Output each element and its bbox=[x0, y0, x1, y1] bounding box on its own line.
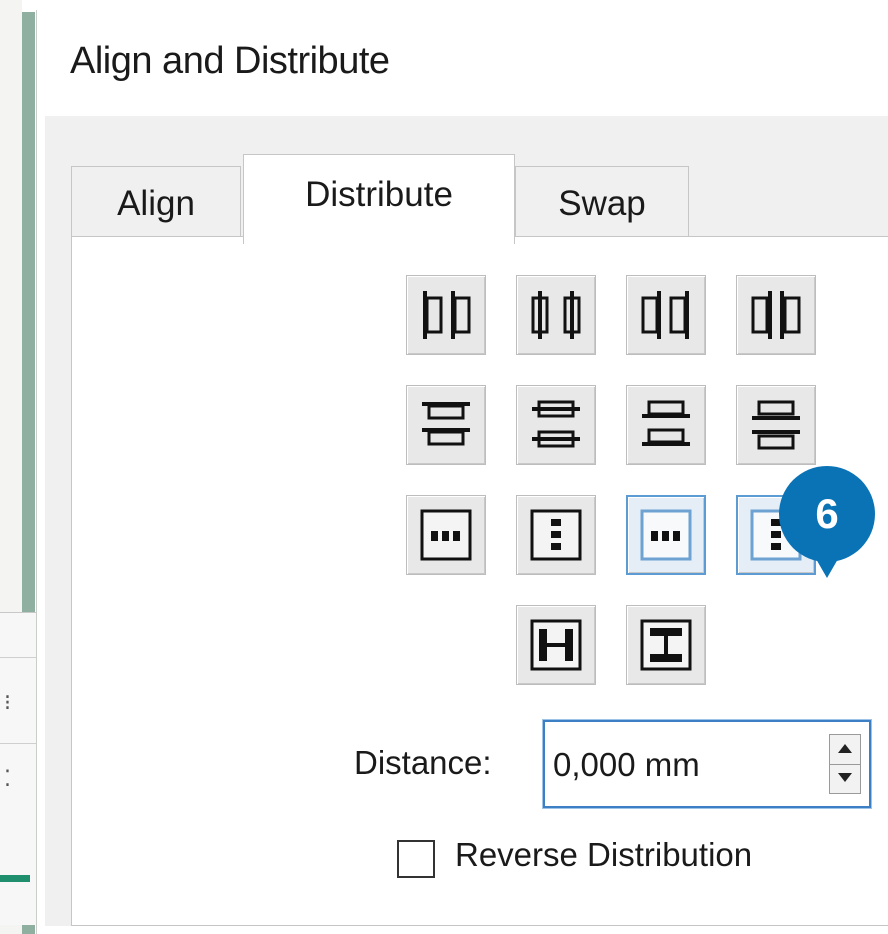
distribute-horizontal-centers-icon bbox=[531, 291, 581, 339]
make-vertical-gaps-equal-button[interactable] bbox=[626, 605, 706, 685]
align-distribute-dialog: Align and Distribute Align Distribute Sw… bbox=[36, 10, 888, 934]
make-horizontal-gaps-equal-button[interactable] bbox=[516, 605, 596, 685]
make-vertical-gaps-equal-icon bbox=[640, 619, 692, 671]
distribute-horizontal-centers-button[interactable] bbox=[516, 275, 596, 355]
dialog-title: Align and Distribute bbox=[70, 40, 390, 82]
step-callout-number: 6 bbox=[815, 490, 839, 537]
distribute-bottom-edges-icon bbox=[642, 400, 690, 446]
background-panel: ⁝ ⁚ bbox=[0, 612, 37, 925]
distance-horizontal-active-button[interactable] bbox=[626, 495, 706, 575]
step-callout-badge: 6 bbox=[779, 466, 875, 578]
tab-align[interactable]: Align bbox=[71, 166, 241, 238]
distribute-left-edges-button[interactable] bbox=[406, 275, 486, 355]
background-glyph: ⁚ bbox=[4, 767, 11, 792]
distribute-top-edges-button[interactable] bbox=[406, 385, 486, 465]
distribute-bottom-edges-button[interactable] bbox=[626, 385, 706, 465]
spin-up-arrow-icon[interactable] bbox=[830, 735, 860, 765]
distribute-horizontal-gaps-button[interactable] bbox=[736, 275, 816, 355]
distance-spin-buttons bbox=[829, 734, 861, 794]
distribute-vertical-centers-button[interactable] bbox=[516, 385, 596, 465]
distance-vertical-button[interactable] bbox=[516, 495, 596, 575]
tab-strip: Align Distribute Swap bbox=[45, 116, 888, 244]
tab-swap[interactable]: Swap bbox=[515, 166, 689, 238]
distance-vertical-icon bbox=[530, 509, 582, 561]
dialog-body: Align Distribute Swap Distance: 0,000 mm… bbox=[45, 116, 888, 926]
tab-distribute[interactable]: Distribute bbox=[243, 154, 515, 244]
reverse-distribution-checkbox[interactable] bbox=[397, 840, 435, 878]
dialog-title-bar: Align and Distribute bbox=[37, 10, 888, 116]
make-horizontal-gaps-equal-icon bbox=[530, 619, 582, 671]
distance-horizontal-button[interactable] bbox=[406, 495, 486, 575]
distribute-vertical-gaps-icon bbox=[752, 400, 800, 450]
distribute-right-edges-icon bbox=[641, 291, 689, 339]
reverse-distribution-label[interactable]: Reverse Distribution bbox=[455, 836, 752, 874]
divider bbox=[0, 657, 36, 658]
distribute-top-edges-icon bbox=[422, 402, 470, 446]
distance-horizontal-active-icon bbox=[640, 509, 692, 561]
background-glyph: ⁝ bbox=[4, 691, 11, 716]
distribute-left-edges-icon bbox=[423, 291, 471, 339]
distance-horizontal-icon bbox=[420, 509, 472, 561]
divider bbox=[0, 743, 36, 744]
distance-input[interactable] bbox=[553, 742, 793, 788]
distance-label: Distance: bbox=[354, 744, 492, 781]
distribute-right-edges-button[interactable] bbox=[626, 275, 706, 355]
distribute-vertical-centers-icon bbox=[532, 400, 580, 448]
background-accent bbox=[0, 875, 30, 882]
distribute-vertical-gaps-button[interactable] bbox=[736, 385, 816, 465]
distance-spinbox bbox=[543, 720, 871, 808]
distribute-horizontal-gaps-icon bbox=[751, 291, 801, 339]
spin-down-arrow-icon[interactable] bbox=[830, 764, 860, 793]
